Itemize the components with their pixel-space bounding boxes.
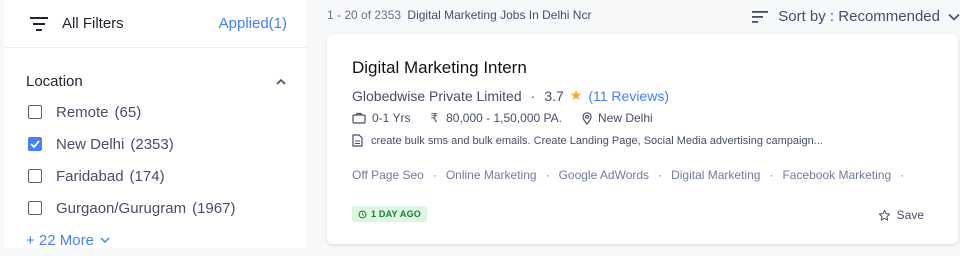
location-value: New Delhi	[597, 111, 653, 125]
company-row: Globedwise Private Limited · 3.7 ★ (11 R…	[352, 87, 669, 104]
separator-dot: ·	[769, 168, 774, 182]
more-locations-label: + 22 More	[26, 231, 94, 249]
job-title[interactable]: Digital Marketing Intern	[352, 58, 527, 78]
reviews-link[interactable]: (11 Reviews)	[588, 88, 669, 104]
tag: Off Page Seo	[352, 168, 424, 182]
sort-icon	[752, 10, 769, 23]
all-filters-title: All Filters	[62, 15, 124, 32]
applied-filters-link[interactable]: Applied(1)	[219, 15, 287, 32]
job-meta: 0-1 Yrs ₹ 80,000 - 1,50,000 PA. New Delh…	[352, 111, 673, 125]
location-option-gurgaon[interactable]: Gurgaon/Gurugram (1967)	[26, 192, 287, 224]
company-rating: 3.7	[544, 87, 564, 104]
separator-dot: ·	[432, 168, 437, 182]
history-icon	[358, 210, 367, 218]
job-card[interactable]: Digital Marketing Intern Globedwise Priv…	[327, 34, 958, 244]
option-label: Remote	[56, 103, 109, 121]
star-outline-icon	[878, 209, 890, 221]
location-option-new-delhi[interactable]: New Delhi (2353)	[26, 128, 287, 160]
filters-sidebar: All Filters Applied(1) Location Remote (…	[4, 0, 307, 249]
results-count: 1 - 20 of 2353 Digital Marketing Jobs In…	[327, 8, 591, 22]
tag: Facebook Marketing	[782, 168, 892, 182]
chevron-up-icon[interactable]	[275, 78, 287, 86]
option-count: (2353)	[130, 135, 174, 153]
chevron-down-icon	[948, 13, 960, 21]
location-pin-icon	[582, 111, 592, 125]
filters-header: All Filters Applied(1)	[4, 0, 307, 48]
sort-dropdown[interactable]: Sort by : Recommended	[752, 8, 960, 25]
option-count: (1967)	[192, 199, 236, 217]
checkbox[interactable]	[28, 105, 42, 119]
star-icon: ★	[569, 87, 583, 103]
tag: Online Marketing	[445, 168, 537, 182]
posted-badge: 1 DAY AGO	[352, 206, 427, 222]
option-label: Gurgaon/Gurugram	[56, 199, 187, 217]
location-filter-title: Location	[26, 73, 83, 90]
results-range: 1 - 20 of 2353	[327, 8, 402, 22]
checkbox[interactable]	[28, 169, 42, 183]
results-query: Digital Marketing Jobs In Delhi Ncr	[407, 8, 592, 22]
posted-label: 1 DAY AGO	[371, 209, 421, 219]
company-name[interactable]: Globedwise Private Limited	[352, 88, 522, 104]
experience-value: 0-1 Yrs	[372, 111, 411, 125]
location-filter: Location Remote (65) New Delhi (2353) Fa…	[4, 48, 307, 256]
location-option-faridabad[interactable]: Faridabad (174)	[26, 160, 287, 192]
checkbox[interactable]	[28, 201, 42, 215]
check-icon	[30, 140, 40, 148]
rupee-icon: ₹	[430, 111, 439, 125]
document-icon	[352, 134, 363, 147]
option-count: (65)	[114, 103, 142, 121]
save-button[interactable]: Save	[878, 208, 924, 222]
separator-dot: ·	[658, 168, 663, 182]
option-label: New Delhi	[56, 135, 125, 153]
tag: Digital Marketing	[671, 168, 761, 182]
sort-label: Sort by : Recommended	[778, 8, 940, 25]
save-label: Save	[896, 208, 924, 222]
separator-dot: ·	[545, 168, 550, 182]
option-count: (174)	[129, 167, 165, 185]
description-text: create bulk sms and bulk emails. Create …	[371, 134, 823, 147]
salary: ₹ 80,000 - 1,50,000 PA.	[430, 111, 562, 125]
location-filter-header[interactable]: Location	[26, 48, 287, 96]
experience: 0-1 Yrs	[352, 111, 410, 125]
job-location: New Delhi	[582, 111, 653, 125]
filter-icon	[30, 16, 48, 31]
option-label: Faridabad	[56, 167, 124, 185]
location-option-remote[interactable]: Remote (65)	[26, 96, 287, 128]
separator-dot: ·	[900, 168, 905, 182]
job-description: create bulk sms and bulk emails. Create …	[352, 134, 823, 147]
tag: Google AdWords	[558, 168, 650, 182]
checkbox-checked[interactable]	[28, 137, 42, 151]
more-locations-link[interactable]: + 22 More	[26, 224, 287, 256]
job-tags: Off Page Seo · Online Marketing · Google…	[352, 168, 913, 182]
chevron-down-icon	[100, 237, 110, 243]
separator-dot: ·	[530, 87, 536, 104]
salary-value: 80,000 - 1,50,000 PA.	[446, 111, 562, 125]
briefcase-icon	[352, 112, 366, 124]
